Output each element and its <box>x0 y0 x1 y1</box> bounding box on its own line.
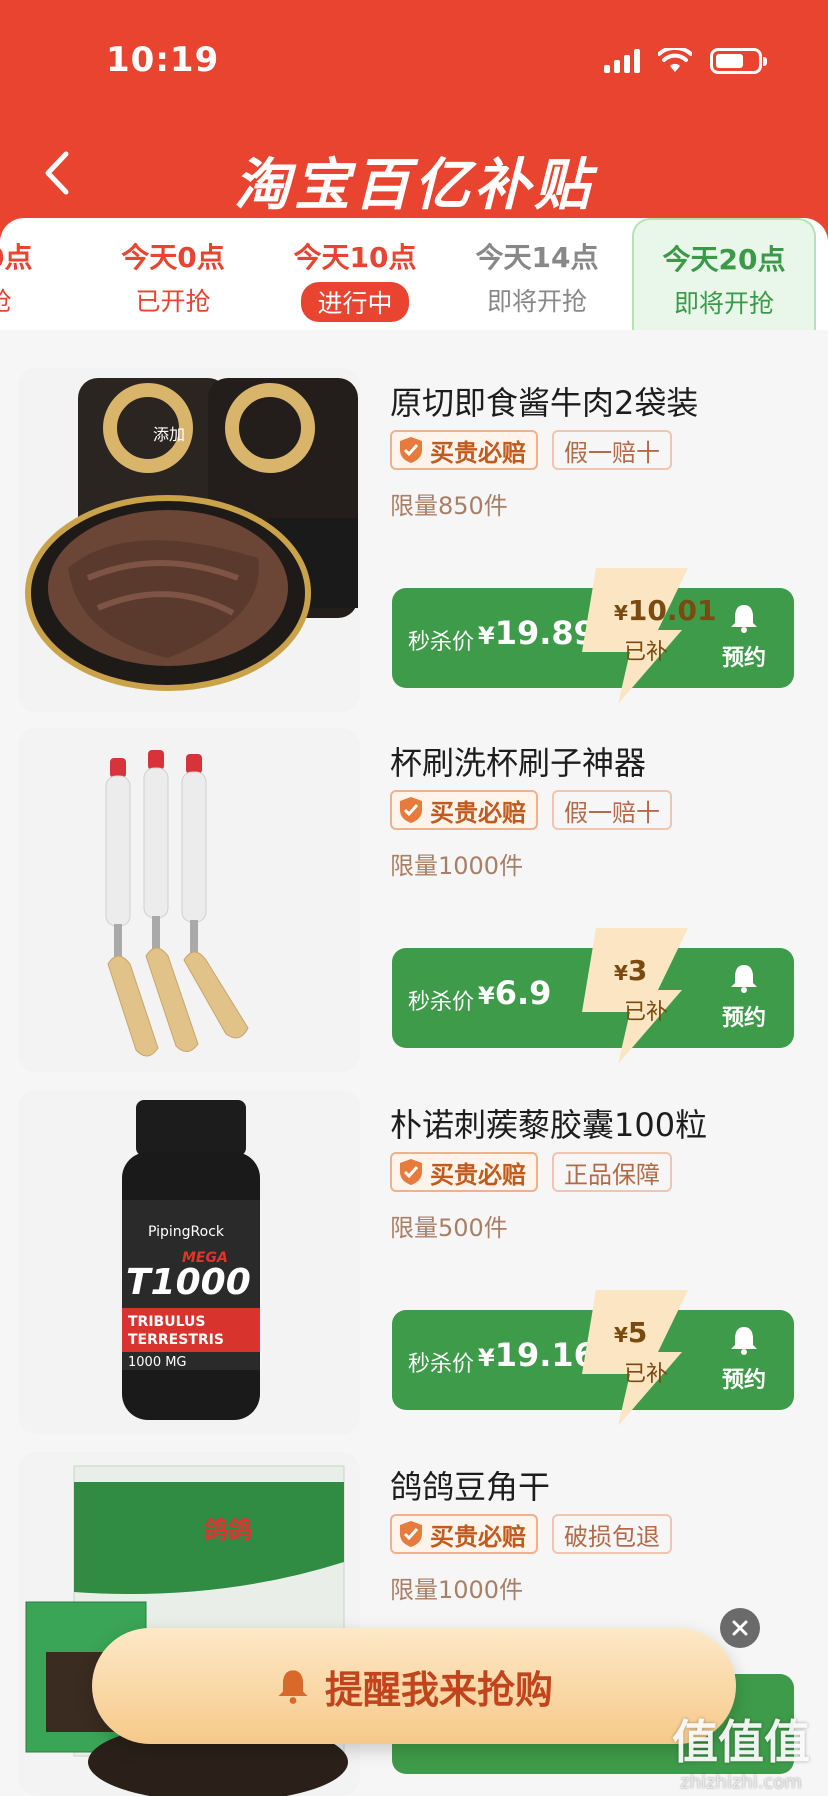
quantity-limit: 限量500件 <box>390 1214 508 1242</box>
product-name: 原切即食酱牛肉2袋装 <box>390 384 699 422</box>
package-label: 添加 <box>153 425 185 444</box>
quantity-limit: 限量850件 <box>390 492 508 520</box>
page-title: 淘宝百亿补贴 <box>234 153 594 218</box>
remind-label: 预约 <box>721 1006 766 1031</box>
subsidy-amount: ¥5 <box>614 1316 648 1349</box>
subsidy-amount: ¥3 <box>614 954 648 987</box>
quantity-limit: 限量1000件 <box>390 1576 524 1604</box>
price-label: 秒杀价 <box>408 630 475 655</box>
remind-button[interactable]: 预约 <box>714 1324 774 1394</box>
box-brand-label: 鸽鸽 <box>204 1516 252 1544</box>
session-tabs: 20点 抢 今天0点 已开抢 今天10点 进行中 今天14点 即将开抢 今天20… <box>0 218 828 330</box>
tab-status: 抢 <box>0 282 90 318</box>
product-name: 杯刷洗杯刷子神器 <box>390 744 647 782</box>
quantity-limit: 限量1000件 <box>390 852 524 880</box>
extra-tag: 假一赔十 <box>552 790 672 830</box>
tab-time: 今天0点 <box>121 241 225 274</box>
status-time: 10:19 <box>106 40 220 80</box>
tab-session-14[interactable]: 今天14点 即将开抢 <box>446 218 628 330</box>
supplement-bottle-image[interactable]: PipingRock MEGA T1000 TRIBULUS TERRESTRI… <box>18 1090 360 1434</box>
tab-time: 今天20点 <box>662 243 786 276</box>
guarantee-label: 买贵必赔 <box>430 1160 526 1189</box>
remind-label: 预约 <box>721 646 766 671</box>
tab-status: 即将开抢 <box>673 289 774 318</box>
extra-tag: 正品保障 <box>552 1152 672 1192</box>
subsidy-amount: ¥10.01 <box>614 594 717 627</box>
tab-time: 今天14点 <box>475 241 599 274</box>
buy-button[interactable]: 秒杀价 ¥19.16 ¥5 已补 预约 <box>392 1290 794 1426</box>
product-card[interactable]: 杯刷洗杯刷子神器 买贵必赔 假一赔十 限量1000件 秒杀价 ¥6.9 ¥3 已… <box>18 728 810 1072</box>
tag-row: 买贵必赔 破损包退 <box>390 1514 672 1554</box>
shield-check-icon <box>400 797 422 823</box>
beef-image[interactable]: 添加 <box>18 368 360 712</box>
tab-session-20[interactable]: 今天20点 即将开抢 <box>632 218 816 330</box>
close-icon <box>732 1620 748 1636</box>
bottle-line2-label: TERRESTRIS <box>128 1332 224 1348</box>
product-name: 鸽鸽豆角干 <box>390 1468 551 1506</box>
cellular-signal-icon <box>604 49 640 73</box>
watermark-url: zhizhizhi.com <box>680 1772 802 1793</box>
bottle-brand-label: PipingRock <box>148 1224 225 1240</box>
remind-label: 预约 <box>721 1368 766 1393</box>
tab-time: 20点 <box>0 241 33 274</box>
guarantee-tag: 买贵必赔 <box>390 1514 538 1554</box>
tag-row: 买贵必赔 假一赔十 <box>390 790 672 830</box>
shield-check-icon <box>400 1159 422 1185</box>
remind-me-button[interactable]: 提醒我来抢购 <box>92 1628 736 1744</box>
tab-session-0[interactable]: 今天0点 已开抢 <box>82 218 264 330</box>
close-cta-button[interactable] <box>720 1608 760 1648</box>
battery-icon <box>710 48 767 74</box>
subsidy-label: 已补 <box>624 1000 669 1025</box>
product-card[interactable]: PipingRock MEGA T1000 TRIBULUS TERRESTRI… <box>18 1090 810 1434</box>
remind-me-label: 提醒我来抢购 <box>324 1667 553 1712</box>
price-label: 秒杀价 <box>408 990 475 1015</box>
tab-time: 今天10点 <box>293 241 417 274</box>
tab-status: 已开抢 <box>135 287 211 316</box>
remind-button[interactable]: 预约 <box>714 602 774 672</box>
watermark: 值值值 zhizhizhi.com <box>672 1706 810 1793</box>
guarantee-tag: 买贵必赔 <box>390 1152 538 1192</box>
subsidy-label: 已补 <box>624 640 669 665</box>
product-card[interactable]: 添加 原切即食酱牛肉2袋装 买贵必赔 假一赔十 限量850件 秒杀价 ¥19.8… <box>18 368 810 712</box>
tab-session-past-20[interactable]: 20点 抢 <box>0 218 90 330</box>
bell-icon <box>731 605 757 633</box>
tag-row: 买贵必赔 假一赔十 <box>390 430 672 470</box>
dried-beans-image[interactable]: 鸽鸽 <box>18 1452 360 1796</box>
bottle-model-label: T1000 <box>126 1262 251 1303</box>
product-name: 朴诺刺蒺藜胶囊100粒 <box>390 1106 708 1144</box>
bell-icon <box>731 965 757 993</box>
cup-brush-image[interactable] <box>18 728 360 1072</box>
bottle-line1-label: TRIBULUS <box>128 1314 205 1330</box>
status-bar: 10:19 <box>0 0 828 120</box>
shield-check-icon <box>400 437 422 463</box>
extra-tag: 假一赔十 <box>552 430 672 470</box>
guarantee-label: 买贵必赔 <box>430 1522 526 1551</box>
guarantee-tag: 买贵必赔 <box>390 790 538 830</box>
tab-session-10[interactable]: 今天10点 进行中 <box>264 218 446 330</box>
subsidy-label: 已补 <box>624 1362 669 1387</box>
watermark-logo: 值值值 <box>672 1715 810 1769</box>
remind-button[interactable]: 预约 <box>714 962 774 1032</box>
guarantee-tag: 买贵必赔 <box>390 430 538 470</box>
extra-tag: 破损包退 <box>552 1514 672 1554</box>
guarantee-label: 买贵必赔 <box>430 798 526 827</box>
shield-check-icon <box>400 1521 422 1547</box>
tag-row: 买贵必赔 正品保障 <box>390 1152 672 1192</box>
bell-icon <box>278 1670 308 1704</box>
tab-status: 即将开抢 <box>486 287 587 316</box>
status-icons <box>604 48 767 74</box>
buy-button[interactable]: 秒杀价 ¥19.89 ¥10.01 已补 预约 <box>392 568 794 704</box>
tab-status-badge: 进行中 <box>301 282 409 322</box>
price-value: ¥6.9 <box>478 974 552 1012</box>
price-label: 秒杀价 <box>408 1352 475 1377</box>
buy-button[interactable]: 秒杀价 ¥6.9 ¥3 已补 预约 <box>392 928 794 1064</box>
bell-icon <box>731 1327 757 1355</box>
wifi-icon <box>658 48 692 72</box>
guarantee-label: 买贵必赔 <box>430 438 526 467</box>
bottle-dose-label: 1000 MG <box>128 1355 187 1370</box>
